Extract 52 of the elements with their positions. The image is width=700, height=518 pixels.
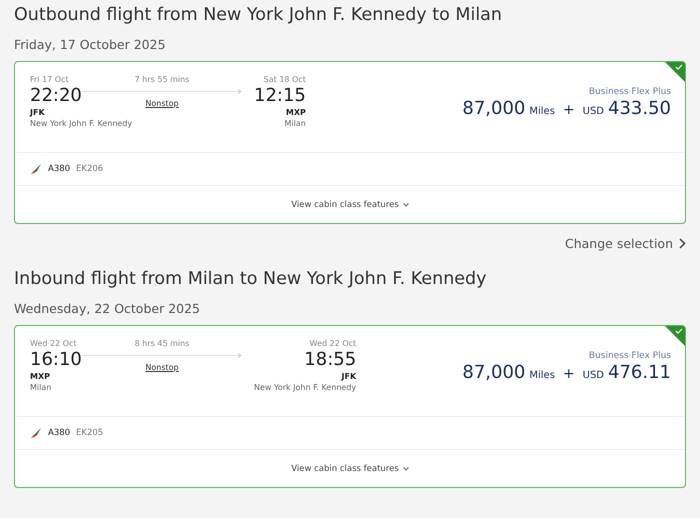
chevron-right-icon <box>679 238 686 249</box>
flight-date: Friday, 17 October 2025 <box>14 37 167 53</box>
departure-code: MXP <box>30 371 50 382</box>
currency: USD <box>582 370 604 381</box>
flight-date: Wednesday, 22 October 2025 <box>14 301 202 317</box>
airline-logo-icon <box>30 427 42 439</box>
flight-duration: 7 hrs 55 mins <box>134 74 190 85</box>
section-title: Inbound flight from Milan to New York John F. Kennedy <box>14 268 488 291</box>
change-selection-link[interactable]: Change selection <box>564 236 686 251</box>
arrival-date: Wed 22 Oct <box>310 338 356 349</box>
arrival-city: New York John F. Kennedy <box>254 382 356 394</box>
check-corner-icon <box>665 326 685 346</box>
flight-card[interactable]: Wed 22 Oct 16:10 MXP Milan 8 hrs 45 mins Nonstop Wed 22 Oct 18:55 JFK New York John F. Kennedy Business Flex Plus 87,000 Miles + USD 476.11 A380 EK205 View cabin class features <box>14 325 686 488</box>
plus-sign: + <box>562 366 575 382</box>
fare-name: Business Flex Plus <box>588 350 671 362</box>
departure-date: Fri 17 Oct <box>30 74 69 85</box>
check-corner-icon <box>665 62 685 82</box>
arrival-time: 12:15 <box>254 85 306 107</box>
miles-amount: 87,000 <box>462 98 526 119</box>
departure-time: 16:10 <box>30 349 82 371</box>
section-title: Outbound flight from New York John F. Kennedy to Milan <box>14 4 504 27</box>
plus-sign: + <box>562 102 575 118</box>
departure-city: Milan <box>30 382 52 394</box>
stops-link[interactable]: Nonstop <box>145 363 179 372</box>
departure-code: JFK <box>30 107 45 118</box>
departure-date: Wed 22 Oct <box>30 338 77 349</box>
arrival-date: Sat 18 Oct <box>264 74 306 85</box>
arrival-time: 18:55 <box>304 349 356 371</box>
chevron-down-icon <box>402 466 409 470</box>
chevron-down-icon <box>402 202 409 206</box>
price-amount: 476.11 <box>608 362 671 383</box>
miles-unit: Miles <box>529 370 555 381</box>
stops-link[interactable]: Nonstop <box>145 99 179 108</box>
airline-logo-icon <box>30 163 42 175</box>
miles-amount: 87,000 <box>462 362 526 383</box>
arrival-city: Milan <box>284 118 306 130</box>
currency: USD <box>582 106 604 117</box>
price-amount: 433.50 <box>608 98 671 119</box>
flight-number: EK205 <box>76 428 104 438</box>
flight-number: EK206 <box>76 164 104 174</box>
arrival-code: MXP <box>286 107 306 118</box>
cabin-features-button[interactable]: View cabin class features <box>289 198 411 212</box>
flight-card[interactable]: Fri 17 Oct 22:20 JFK New York John F. Kennedy 7 hrs 55 mins Nonstop Sat 18 Oct 12:15 MXP Milan Business Flex Plus 87,000 Miles + USD 433.50 A380 EK206 View cabin class features <box>14 61 686 224</box>
aircraft-type: A380 <box>48 164 70 174</box>
cabin-features-button[interactable]: View cabin class features <box>289 462 411 476</box>
fare-name: Business Flex Plus <box>588 86 671 98</box>
departure-city: New York John F. Kennedy <box>30 118 132 130</box>
arrival-code: JFK <box>342 371 356 382</box>
departure-time: 22:20 <box>30 85 82 107</box>
aircraft-type: A380 <box>48 428 70 438</box>
miles-unit: Miles <box>529 106 555 117</box>
flight-duration: 8 hrs 45 mins <box>134 338 190 349</box>
